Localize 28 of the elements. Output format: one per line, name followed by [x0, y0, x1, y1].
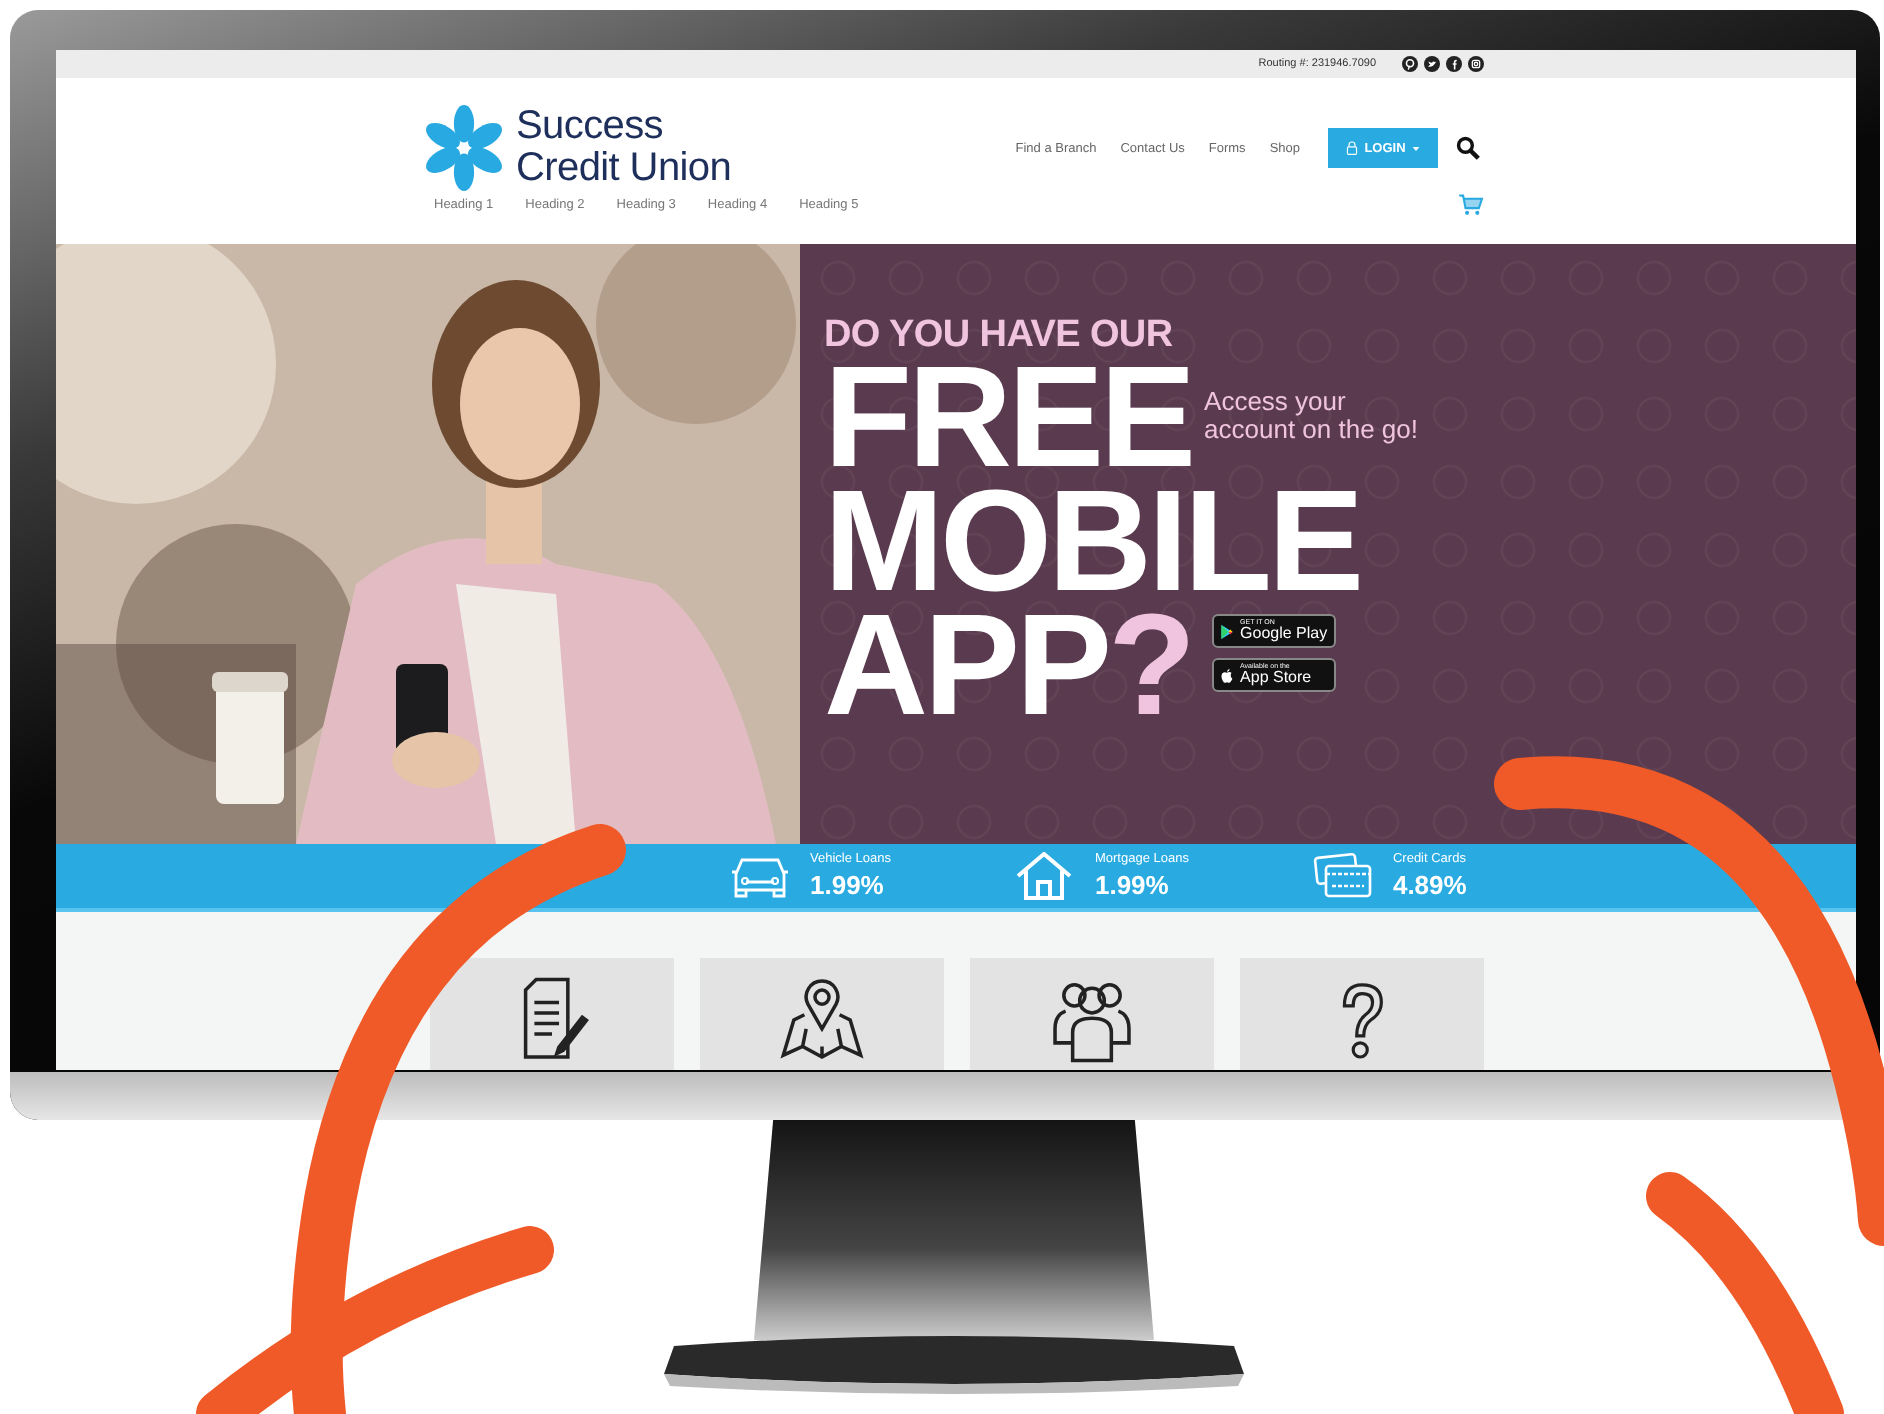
house-icon [1014, 852, 1075, 900]
logo-icon[interactable] [420, 104, 508, 192]
promo-headline: FREE [824, 356, 1193, 480]
social-icon[interactable] [1424, 56, 1440, 72]
link-tile[interactable] [700, 958, 944, 1070]
link-tile[interactable] [430, 958, 674, 1070]
link-tile[interactable] [970, 958, 1214, 1070]
link-tile[interactable] [1240, 958, 1484, 1070]
social-icon[interactable] [1468, 56, 1484, 72]
promo-subtitle: Access your account on the go! [1204, 388, 1421, 444]
social-icon[interactable] [1446, 56, 1462, 72]
social-icon[interactable] [1402, 56, 1418, 72]
cart-icon[interactable] [1458, 194, 1484, 216]
promo-headline: MOBILE [824, 480, 1362, 604]
question-mark: ? [1108, 604, 1193, 728]
rate-value: 1.99% [1094, 871, 1171, 898]
logo-text[interactable]: Success Credit Union [516, 106, 732, 190]
caret-icon [1411, 145, 1420, 151]
rate-value: 1.99% [810, 871, 886, 898]
rate-value: 4.89% [1392, 871, 1467, 898]
promo-kicker: DO YOU HAVE OUR [824, 316, 1175, 356]
search-icon[interactable] [1456, 136, 1480, 160]
promo-headline: APP [824, 604, 1109, 728]
map-pin-icon [778, 976, 866, 1064]
play-icon [1220, 623, 1235, 639]
card-icon [1312, 852, 1373, 900]
apple-icon [1220, 667, 1235, 683]
lock-icon [1346, 140, 1359, 156]
